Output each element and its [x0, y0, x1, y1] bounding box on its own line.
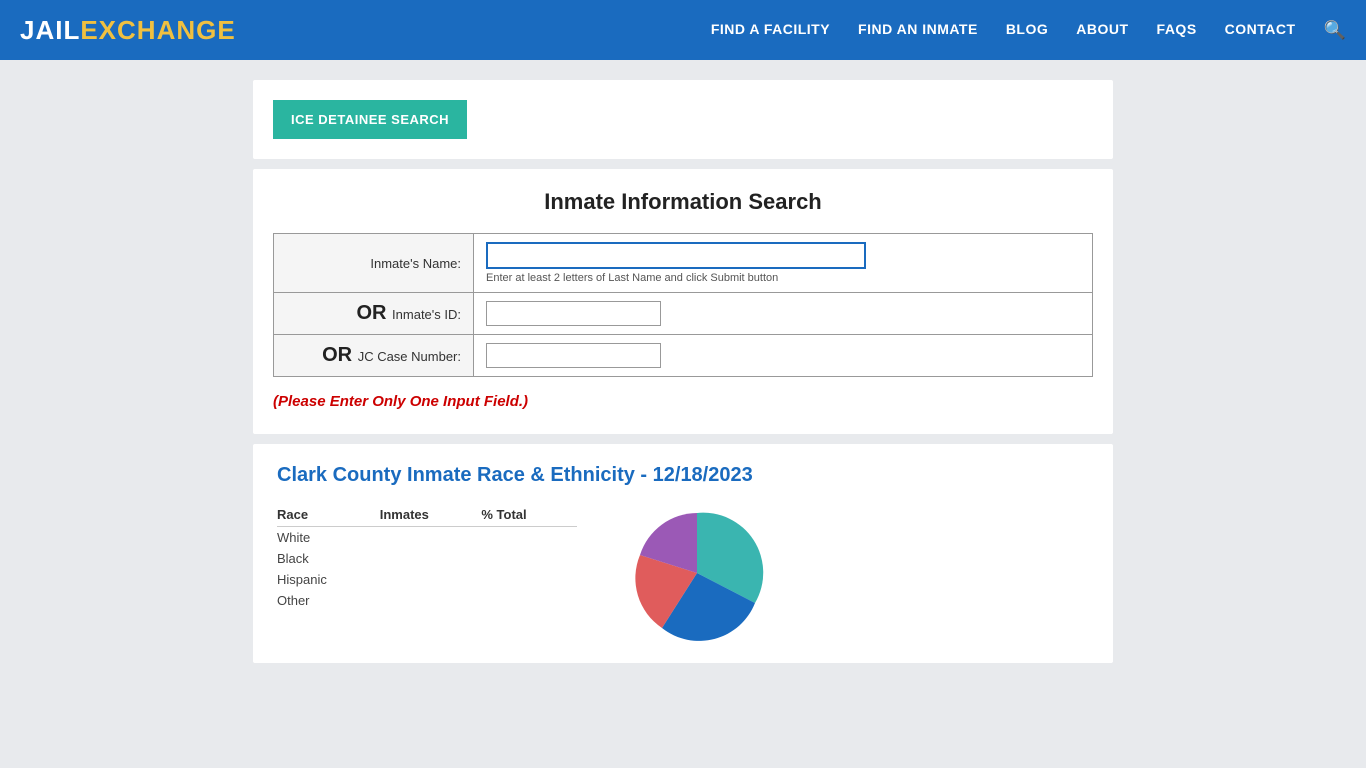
- race-cell: White: [277, 526, 380, 548]
- race-cell: Black: [277, 548, 380, 569]
- table-row: Hispanic: [277, 569, 577, 590]
- table-header-row: Race Inmates % Total: [277, 503, 577, 527]
- table-row: Other: [277, 590, 577, 611]
- chart-card: Clark County Inmate Race & Ethnicity - 1…: [253, 444, 1113, 663]
- inmates-header: Inmates: [380, 503, 482, 527]
- search-icon-button[interactable]: 🔍: [1324, 20, 1346, 41]
- race-cell: Other: [277, 590, 380, 611]
- search-form-table: Inmate's Name: Enter at least 2 letters …: [273, 233, 1093, 377]
- percent-cell: [481, 548, 577, 569]
- nav-about[interactable]: ABOUT: [1076, 21, 1128, 37]
- inmate-id-row: OR Inmate's ID:: [274, 293, 1093, 335]
- inmate-id-input-cell: [474, 293, 1093, 335]
- name-label-cell: Inmate's Name:: [274, 234, 474, 293]
- jc-case-input-cell: [474, 335, 1093, 377]
- inmate-id-input[interactable]: [486, 301, 661, 326]
- logo[interactable]: JAILEXCHANGE: [20, 15, 236, 46]
- chart-title: Clark County Inmate Race & Ethnicity - 1…: [277, 464, 1089, 487]
- table-row: White: [277, 526, 577, 548]
- race-table: Race Inmates % Total White Black Hispani…: [277, 503, 577, 611]
- inmate-id-label: Inmate's ID:: [392, 307, 461, 322]
- ice-detainee-card: ICE DETAINEE SEARCH: [253, 80, 1113, 159]
- inmates-cell: [380, 526, 482, 548]
- ice-detainee-search-button[interactable]: ICE DETAINEE SEARCH: [273, 100, 467, 139]
- jc-case-label-cell: OR JC Case Number:: [274, 335, 474, 377]
- race-cell: Hispanic: [277, 569, 380, 590]
- nav-find-inmate[interactable]: FIND AN INMATE: [858, 21, 978, 37]
- page-content: ICE DETAINEE SEARCH Inmate Information S…: [253, 60, 1113, 683]
- table-row: Black: [277, 548, 577, 569]
- inmates-cell: [380, 548, 482, 569]
- inmates-cell: [380, 590, 482, 611]
- one-input-notice: (Please Enter Only One Input Field.): [273, 391, 1093, 414]
- race-header: Race: [277, 503, 380, 527]
- inmate-name-input[interactable]: [486, 242, 866, 269]
- pie-chart-svg: [607, 503, 787, 643]
- inmates-cell: [380, 569, 482, 590]
- percent-header: % Total: [481, 503, 577, 527]
- nav-faqs[interactable]: FAQs: [1157, 21, 1197, 37]
- name-row: Inmate's Name: Enter at least 2 letters …: [274, 234, 1093, 293]
- chart-layout: Race Inmates % Total White Black Hispani…: [277, 503, 1089, 643]
- name-input-cell: Enter at least 2 letters of Last Name an…: [474, 234, 1093, 293]
- navbar: JAILEXCHANGE FIND A FACILITY FIND AN INM…: [0, 0, 1366, 60]
- logo-exchange: EXCHANGE: [80, 15, 235, 46]
- percent-cell: [481, 590, 577, 611]
- percent-cell: [481, 526, 577, 548]
- or2-label: OR: [322, 344, 358, 366]
- logo-jail: JAIL: [20, 15, 80, 46]
- name-hint: Enter at least 2 letters of Last Name an…: [486, 272, 1080, 284]
- nav-find-facility[interactable]: FIND A FACILITY: [711, 21, 830, 37]
- jc-case-input[interactable]: [486, 343, 661, 368]
- nav-contact[interactable]: CONTACT: [1225, 21, 1296, 37]
- percent-cell: [481, 569, 577, 590]
- nav-blog[interactable]: BLOG: [1006, 21, 1048, 37]
- or1-label: OR: [356, 302, 392, 324]
- nav-links: FIND A FACILITY FIND AN INMATE BLOG ABOU…: [711, 20, 1346, 41]
- form-title: Inmate Information Search: [273, 189, 1093, 215]
- name-label: Inmate's Name:: [370, 256, 461, 271]
- jc-case-row: OR JC Case Number:: [274, 335, 1093, 377]
- inmate-id-label-cell: OR Inmate's ID:: [274, 293, 474, 335]
- jc-case-label: JC Case Number:: [358, 349, 461, 364]
- inmate-search-card: Inmate Information Search Inmate's Name:…: [253, 169, 1113, 434]
- pie-chart: [607, 503, 787, 643]
